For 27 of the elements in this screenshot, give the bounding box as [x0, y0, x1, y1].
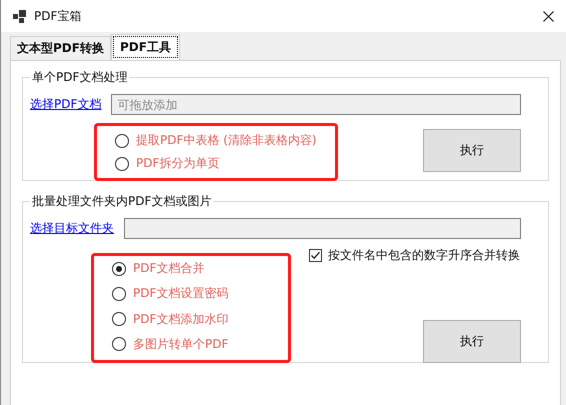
radio-button[interactable] — [112, 337, 126, 352]
radio-button[interactable] — [115, 134, 129, 148]
execute-button[interactable]: 执行 — [423, 320, 521, 363]
option-label: PDF文档合并 — [133, 260, 204, 278]
select-link[interactable]: 选择目标文件夹 — [30, 220, 114, 237]
execute-button[interactable]: 执行 — [423, 129, 521, 172]
radio-button[interactable] — [112, 286, 126, 301]
checkbox[interactable] — [309, 249, 322, 262]
select-link[interactable]: 选择PDF文档 — [30, 96, 102, 113]
option-label: PDF文档添加水印 — [133, 310, 228, 328]
option-label: 提取PDF中表格 (清除非表格内容) — [136, 132, 317, 149]
close-icon[interactable] — [543, 10, 554, 22]
checkbox-label: 按文件名中包含的数字升序合并转换 — [328, 247, 520, 264]
option-label: PDF拆分为单页 — [136, 155, 220, 172]
group-title: 批量处理文件夹内PDF文档或图片 — [31, 193, 212, 210]
option-label: 多图片转单个PDF — [133, 336, 228, 353]
radio-button[interactable] — [112, 312, 126, 326]
option-label: PDF文档设置密码 — [133, 285, 228, 302]
path-field[interactable] — [124, 218, 521, 239]
tab[interactable]: 文本型PDF转换 — [10, 36, 111, 60]
group-title: 单个PDF文档处理 — [31, 69, 128, 86]
path-field[interactable]: 可拖放添加 — [111, 94, 521, 115]
window-title: PDF宝箱 — [34, 8, 82, 24]
radio-button[interactable] — [115, 156, 129, 170]
app-icon — [13, 10, 26, 22]
radio-button[interactable] — [112, 262, 126, 276]
tab[interactable]: PDF工具 — [110, 34, 180, 60]
